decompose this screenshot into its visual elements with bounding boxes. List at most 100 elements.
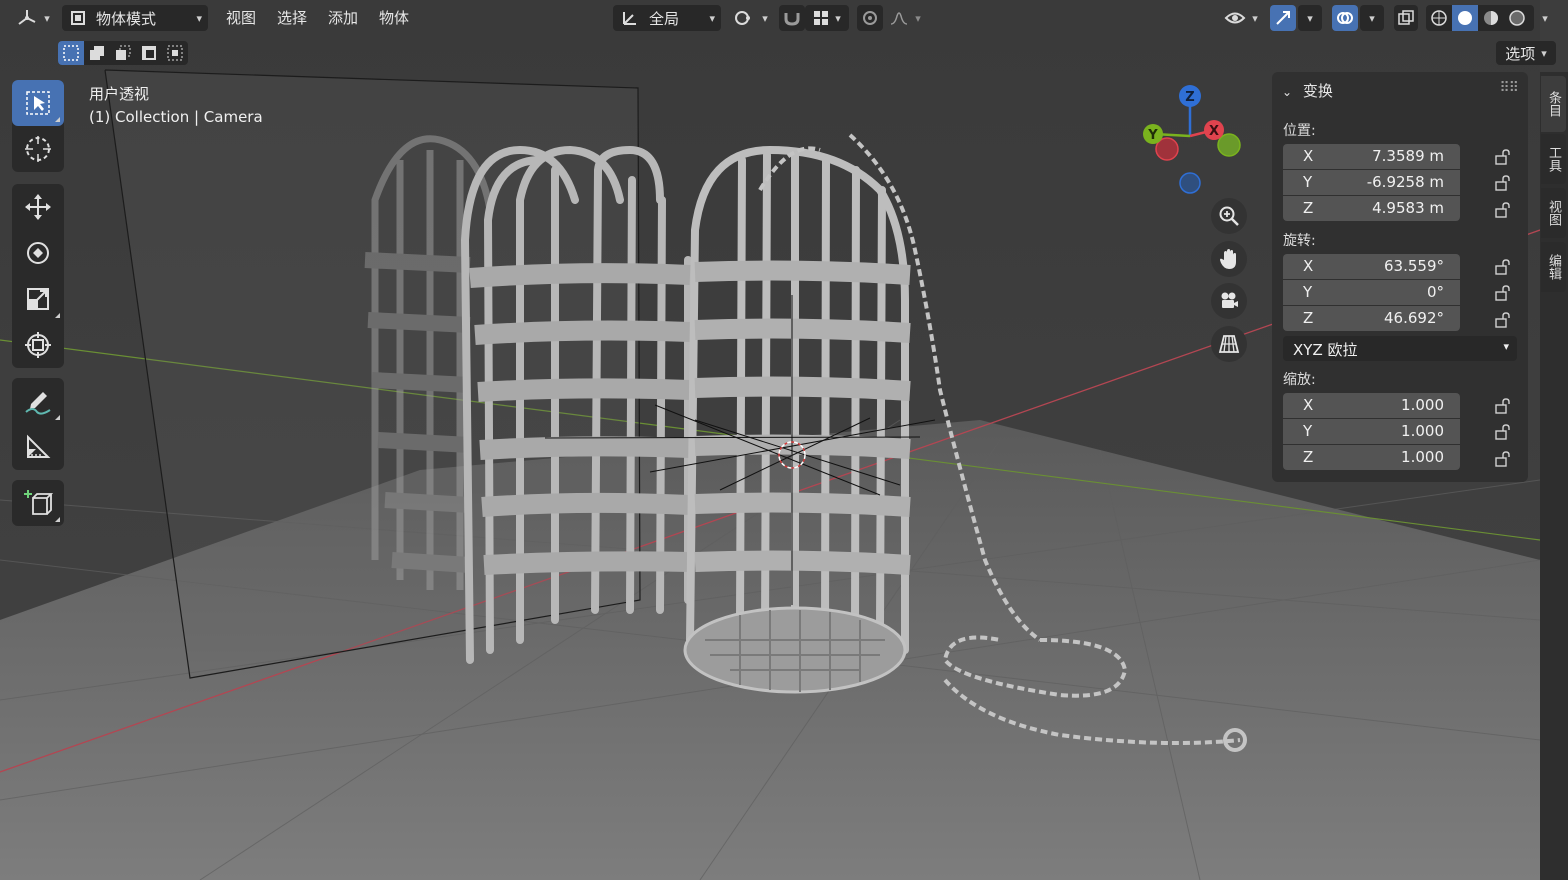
rotation-z-field[interactable]: Z 46.692°: [1283, 306, 1460, 331]
zoom-magnifier-icon: [1219, 206, 1239, 226]
field-value: 46.692°: [1384, 309, 1444, 327]
rendered-shading-icon[interactable]: [1504, 9, 1530, 27]
overlays-icon: [1337, 12, 1353, 24]
chevron-down-icon: ▾: [915, 11, 921, 25]
axis-label: X: [1303, 147, 1314, 165]
annotate-tool[interactable]: [12, 378, 64, 424]
scale-label: 缩放:: [1283, 372, 1316, 388]
mode-selector[interactable]: 物体模式 ▾: [62, 5, 208, 31]
menu-view[interactable]: 视图: [226, 7, 256, 28]
rotate-icon: [27, 242, 49, 264]
rotate-tool[interactable]: [12, 230, 64, 276]
lock-icon[interactable]: [1495, 202, 1511, 218]
select-invert-icon[interactable]: [136, 41, 162, 65]
transform-orientation-selector[interactable]: 全局 ▾: [613, 5, 721, 31]
cursor-tool[interactable]: [12, 126, 64, 172]
menu-select[interactable]: 选择: [277, 7, 307, 28]
snap-toggle[interactable]: [779, 5, 805, 31]
rotation-x-field[interactable]: X 63.559°: [1283, 254, 1460, 279]
lock-icon[interactable]: [1495, 285, 1511, 301]
tool-variants-indicator: [55, 313, 60, 318]
lock-icon[interactable]: [1495, 424, 1511, 440]
select-extend-icon[interactable]: [84, 41, 110, 65]
field-value: 4.9583 m: [1372, 199, 1444, 217]
solid-shading-icon[interactable]: [1452, 5, 1478, 31]
scale-z-field[interactable]: Z 1.000: [1283, 445, 1460, 470]
drag-handle-icon[interactable]: ⠿⠿: [1499, 80, 1518, 96]
select-new-icon[interactable]: [58, 41, 84, 65]
lock-icon[interactable]: [1495, 451, 1511, 467]
xray-icon: [1398, 10, 1414, 25]
location-z-field[interactable]: Z 4.9583 m: [1283, 196, 1460, 221]
transform-panel-header[interactable]: ⌄ 变换: [1282, 80, 1333, 101]
lock-icon[interactable]: [1495, 175, 1511, 191]
lock-icon[interactable]: [1495, 149, 1511, 165]
wireframe-shading-icon[interactable]: [1426, 9, 1452, 27]
perspective-toggle-button[interactable]: [1211, 326, 1247, 362]
tab-tool[interactable]: 工具: [1541, 134, 1566, 184]
transform-panel: ⌄ 变换 ⠿⠿ 位置: X 7.3589 m Y -6.9258 m Z 4.9…: [1272, 72, 1528, 482]
pivot-point-button[interactable]: ▾: [731, 5, 771, 31]
sidebar-tabs: 条目 工具 视图 编辑: [1540, 72, 1568, 880]
rotation-y-field[interactable]: Y 0°: [1283, 280, 1460, 305]
options-label: 选项: [1505, 44, 1536, 63]
gizmo-dropdown[interactable]: ▾: [1298, 5, 1322, 31]
object-mode-icon: [71, 11, 85, 25]
tab-edit[interactable]: 编辑: [1541, 242, 1566, 292]
axis-label: X: [1303, 396, 1314, 414]
magnet-icon: [784, 13, 800, 26]
location-y-field[interactable]: Y -6.9258 m: [1283, 170, 1460, 195]
tool-variants-indicator: [55, 117, 60, 122]
scale-tool[interactable]: [12, 276, 64, 322]
toolbar-select-group: [12, 80, 64, 172]
menu-object[interactable]: 物体: [379, 7, 409, 28]
scale-x-field[interactable]: X 1.000: [1283, 393, 1460, 418]
chevron-down-icon: ⌄: [1282, 85, 1293, 99]
overlays-dropdown[interactable]: ▾: [1360, 5, 1384, 31]
snap-target-button[interactable]: ▾: [805, 5, 849, 31]
zoom-button[interactable]: [1211, 198, 1247, 234]
pan-button[interactable]: [1211, 241, 1247, 277]
grid-snap-icon: [814, 11, 829, 25]
chevron-down-icon: ▾: [1541, 46, 1547, 60]
measure-tool[interactable]: [12, 424, 64, 470]
transform-tool[interactable]: [12, 322, 64, 368]
field-value: 7.3589 m: [1372, 147, 1444, 165]
overlays-toggle[interactable]: [1332, 5, 1358, 31]
lock-icon[interactable]: [1495, 398, 1511, 414]
visibility-button[interactable]: ▾: [1220, 5, 1262, 31]
chevron-down-icon: ▾: [44, 11, 50, 25]
location-x-field[interactable]: X 7.3589 m: [1283, 144, 1460, 169]
select-box-tool[interactable]: [12, 80, 64, 126]
tab-item[interactable]: 条目: [1541, 76, 1566, 132]
gizmo-neg-z[interactable]: [1179, 172, 1201, 194]
shading-selector[interactable]: [1426, 5, 1534, 31]
scale-y-field[interactable]: Y 1.000: [1283, 419, 1460, 444]
gizmo-neg-y[interactable]: [1217, 133, 1241, 157]
lock-icon[interactable]: [1495, 259, 1511, 275]
editor-type-button[interactable]: ▾: [14, 5, 52, 31]
axis-label: Z: [1303, 309, 1314, 327]
select-subtract-icon[interactable]: [110, 41, 136, 65]
tab-view[interactable]: 视图: [1541, 188, 1566, 238]
camera-view-button[interactable]: [1211, 283, 1247, 319]
shading-dropdown[interactable]: ▾: [1534, 5, 1556, 31]
proportional-edit-toggle[interactable]: [857, 5, 883, 31]
falloff-button[interactable]: ▾: [885, 5, 925, 31]
field-value: 63.559°: [1384, 257, 1444, 275]
navigation-gizmo[interactable]: Z Y X: [1138, 82, 1244, 198]
xray-toggle[interactable]: [1394, 5, 1418, 31]
add-cube-tool[interactable]: [12, 480, 64, 526]
select-intersect-icon[interactable]: [162, 41, 188, 65]
chevron-down-icon: ▾: [1503, 340, 1509, 353]
lock-icon[interactable]: [1495, 312, 1511, 328]
toolbar-add-group: [12, 480, 64, 526]
move-tool[interactable]: [12, 184, 64, 230]
material-shading-icon[interactable]: [1478, 9, 1504, 27]
menu-add[interactable]: 添加: [328, 7, 358, 28]
field-value: 1.000: [1401, 422, 1444, 440]
gizmo-toggle[interactable]: [1270, 5, 1296, 31]
rotation-mode-select[interactable]: XYZ 欧拉 ▾: [1283, 336, 1517, 361]
options-button[interactable]: 选项 ▾: [1496, 41, 1556, 65]
gizmo-y-label: Y: [1147, 128, 1158, 143]
